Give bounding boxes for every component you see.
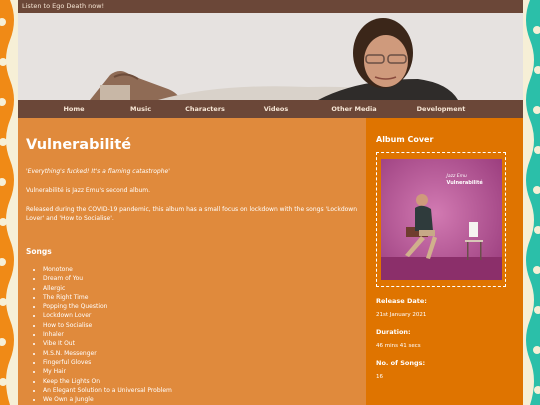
song-item: Dream of You: [43, 274, 358, 283]
cover-frame: Jazz Emu Vulnerabilité: [376, 152, 506, 287]
song-item: How to Socialise: [43, 321, 358, 330]
release-value: 21st January 2021: [376, 312, 427, 318]
announcement-text[interactable]: Listen to Ego Death now!: [22, 2, 104, 10]
banner-photo: [18, 13, 523, 100]
nav-characters[interactable]: Characters: [150, 105, 260, 113]
release-label: Release Date:: [376, 297, 427, 305]
song-item: Popping the Question: [43, 302, 358, 311]
page-container: Listen to Ego Death now! Home Music Char…: [18, 0, 523, 405]
main-nav: Home Music Characters Videos Other Media…: [18, 100, 523, 118]
cover-artist-text: Jazz Emu: [446, 174, 467, 179]
song-item: Fingerful Gloves: [43, 358, 358, 367]
song-item: Monotone: [43, 265, 358, 274]
cover-title-text: Vulnerabilité: [446, 180, 483, 186]
duration-label: Duration:: [376, 328, 411, 336]
announcement-bar: Listen to Ego Death now!: [18, 0, 523, 13]
album-tagline: 'Everything's fucked! It's a flaming cat…: [26, 168, 170, 175]
song-count-label: No. of Songs:: [376, 359, 426, 367]
songs-heading: Songs: [26, 247, 52, 256]
song-item: Keep the Lights On: [43, 377, 358, 386]
song-item: The Right Time: [43, 293, 358, 302]
album-sidebar: Album Cover Jazz Emu Vulnerabilité Relea…: [366, 118, 523, 405]
song-item: Allergic: [43, 284, 358, 293]
song-item: We Own a Jungle: [43, 395, 358, 404]
nav-music[interactable]: Music: [130, 105, 151, 113]
nav-videos[interactable]: Videos: [260, 105, 292, 113]
song-item: Inhaler: [43, 330, 358, 339]
song-count-value: 16: [376, 374, 383, 380]
nav-development[interactable]: Development: [416, 105, 466, 113]
header-banner: [18, 13, 523, 100]
nav-other-media[interactable]: Other Media: [292, 105, 416, 113]
song-item: Lockdown Lover: [43, 311, 358, 320]
song-item: An Elegant Solution to a Universal Probl…: [43, 386, 358, 395]
right-pattern: [522, 0, 540, 405]
song-item: Vibe It Out: [43, 339, 358, 348]
album-description: Released during the COVID-19 pandemic, t…: [26, 206, 358, 222]
content-area: Vulnerabilité 'Everything's fucked! It's…: [18, 118, 523, 405]
duration-value: 46 mins 41 secs: [376, 343, 421, 349]
album-intro: Vulnerabilité is Jazz Emu's second album…: [26, 187, 151, 194]
nav-home[interactable]: Home: [18, 105, 130, 113]
cover-heading: Album Cover: [376, 135, 434, 144]
album-main: Vulnerabilité 'Everything's fucked! It's…: [18, 118, 366, 405]
song-list: Monotone Dream of You Allergic The Right…: [26, 265, 358, 404]
left-pattern: [0, 0, 18, 405]
album-title: Vulnerabilité: [26, 137, 132, 153]
song-item: M.S.N. Messenger: [43, 349, 358, 358]
album-cover-image: Jazz Emu Vulnerabilité: [380, 159, 502, 280]
song-item: My Hair: [43, 367, 358, 376]
